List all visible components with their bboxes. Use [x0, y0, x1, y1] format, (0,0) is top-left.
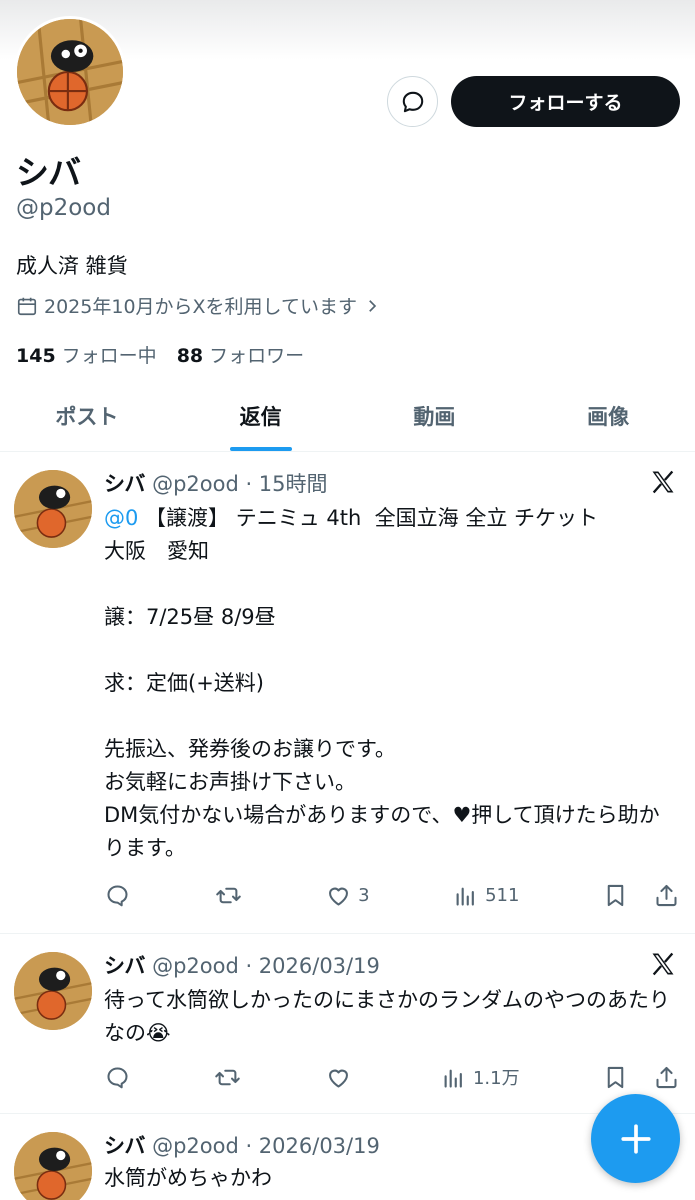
reply-button[interactable]: [104, 1064, 132, 1091]
reply-icon: [107, 884, 128, 906]
followers-label: フォロワー: [209, 345, 305, 367]
share-icon[interactable]: [653, 882, 680, 909]
tweet-avatar[interactable]: [14, 1132, 92, 1200]
followers-count: 88: [176, 345, 204, 367]
tab-videos[interactable]: 動画: [348, 380, 522, 451]
calendar-icon: [17, 297, 37, 315]
avatar-image: [14, 1132, 92, 1200]
follow-button[interactable]: フォローする: [451, 76, 680, 127]
avatar-image: [17, 19, 123, 125]
compose-button[interactable]: [591, 1094, 680, 1183]
tweet-text-content: 【譲渡】 テニミュ 4th 全国立海 全立 チケット 大阪 愛知 譲：7/25昼…: [104, 506, 660, 860]
share-icon[interactable]: [653, 1064, 680, 1091]
follow-stats: 145 フォロー中 88 フォロワー: [16, 341, 304, 368]
like-icon: [328, 1069, 348, 1088]
following-label: フォロー中: [61, 345, 157, 367]
tweet-header: シバ @p2ood · 2026/03/19: [104, 1130, 380, 1160]
views-count: 511: [485, 884, 520, 906]
tweet-mention[interactable]: @0: [104, 506, 138, 530]
retweet-icon: [215, 887, 241, 903]
profile-bio: 成人済 雑貨: [16, 254, 128, 278]
message-button[interactable]: [387, 76, 438, 127]
tweet-text: 待って水筒欲しかったのにまさかのランダムのやつのあたりなの😭: [104, 988, 670, 1045]
following-count: 145: [16, 345, 56, 367]
retweet-icon: [215, 1069, 241, 1085]
reply-icon: [107, 1066, 128, 1088]
like-count: 3: [358, 884, 370, 906]
tab-posts[interactable]: ポスト: [0, 380, 174, 451]
retweet-button[interactable]: [214, 1064, 242, 1091]
joined-date[interactable]: 2025年10月からXを利用しています: [16, 292, 381, 319]
profile-tabs: ポスト 返信 動画 画像: [0, 380, 695, 452]
tweet-author[interactable]: シバ: [104, 472, 145, 496]
x-logo-icon: [652, 952, 674, 976]
tweet[interactable]: シバ @p2ood · 2026/03/19 待って水筒欲しかったのにまさかのラ…: [0, 934, 695, 1114]
tweet-meta: @p2ood · 2026/03/19: [152, 1134, 380, 1158]
tweet-avatar[interactable]: [14, 470, 92, 548]
x-logo-icon: [652, 470, 674, 494]
tab-images[interactable]: 画像: [521, 380, 695, 451]
like-icon: [329, 887, 349, 906]
joined-text: 2025年10月からXを利用しています: [44, 296, 357, 318]
plus-icon: [620, 1123, 651, 1154]
profile-handle: @p2ood: [16, 195, 111, 221]
views-count: 1.1万: [472, 1068, 520, 1089]
tweet-actions: 3 511: [104, 880, 680, 910]
chevron-right-icon: [369, 299, 377, 312]
bookmark-icon[interactable]: [602, 1064, 629, 1091]
tweet-header: シバ @p2ood · 15時間: [104, 468, 328, 498]
tweet[interactable]: シバ @p2ood · 2026/03/19 水筒がめちゃかわ: [0, 1114, 695, 1200]
tweet-author[interactable]: シバ: [104, 954, 145, 978]
like-button[interactable]: 3: [325, 882, 370, 909]
message-icon: [402, 91, 423, 112]
views-button[interactable]: 1.1万: [440, 1064, 520, 1091]
views-icon: [456, 887, 474, 906]
tweet-actions: 1.1万: [104, 1062, 680, 1092]
tab-replies[interactable]: 返信: [174, 380, 348, 451]
tweet-header: シバ @p2ood · 2026/03/19: [104, 950, 380, 980]
tweet-meta: @p2ood · 2026/03/19: [152, 954, 380, 978]
avatar-image: [14, 470, 92, 548]
retweet-button[interactable]: [215, 882, 243, 909]
tweet-avatar[interactable]: [14, 952, 92, 1030]
like-button[interactable]: [325, 1064, 358, 1091]
reply-button[interactable]: [104, 882, 132, 909]
avatar-image: [14, 952, 92, 1030]
tweet-meta: @p2ood · 15時間: [152, 472, 328, 496]
views-icon: [444, 1069, 462, 1088]
tweet-extra-actions: [602, 1064, 680, 1091]
views-button[interactable]: 511: [452, 882, 519, 909]
tweet-extra-actions: [602, 882, 680, 909]
tweet[interactable]: シバ @p2ood · 15時間 @0 【譲渡】 テニミュ 4th 全国立海 全…: [0, 452, 695, 934]
bookmark-icon[interactable]: [602, 882, 629, 909]
followers-link[interactable]: 88 フォロワー: [177, 341, 304, 368]
tweet-text: 水筒がめちゃかわ: [104, 1166, 272, 1190]
tweet-author[interactable]: シバ: [104, 1134, 145, 1158]
following-link[interactable]: 145 フォロー中: [16, 341, 157, 368]
display-name: シバ: [16, 153, 82, 192]
tweet-text: @0 【譲渡】 テニミュ 4th 全国立海 全立 チケット 大阪 愛知 譲：7/…: [104, 502, 676, 865]
profile-avatar[interactable]: [14, 16, 126, 128]
